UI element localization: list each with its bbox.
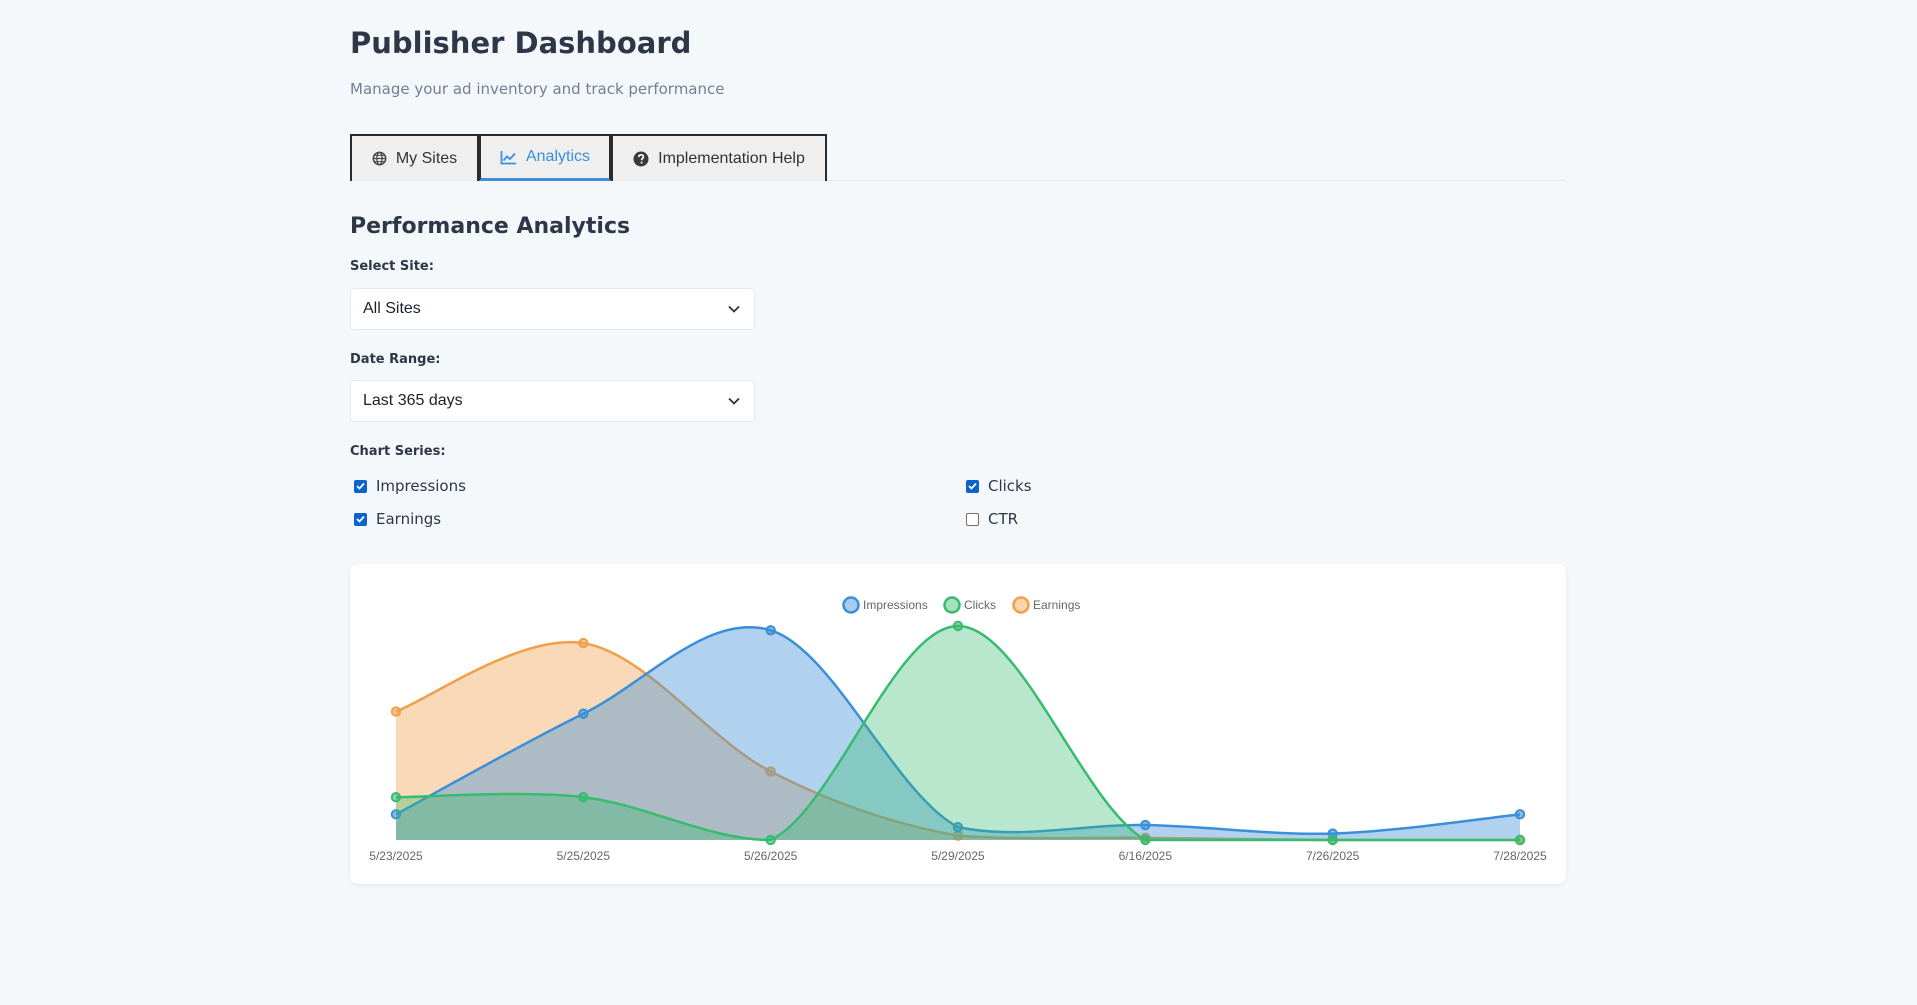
chevron-down-icon — [728, 392, 740, 410]
point-impressions[interactable] — [578, 708, 589, 719]
x-tick-label: 7/28/2025 — [1493, 849, 1547, 863]
checkbox-unchecked-icon[interactable] — [966, 512, 979, 526]
date-range-value: Last 365 days — [363, 392, 463, 409]
globe-icon — [372, 151, 387, 166]
checkbox-label: Earnings — [376, 510, 442, 528]
checkbox-checked-icon[interactable] — [966, 479, 979, 493]
x-tick-label: 6/16/2025 — [1119, 849, 1173, 863]
legend-label: Earnings — [1033, 598, 1080, 612]
point-earnings[interactable] — [390, 706, 402, 717]
tab-analytics[interactable]: Analytics — [479, 134, 611, 181]
legend-swatch — [943, 596, 961, 614]
tab-label: Analytics — [525, 148, 591, 165]
chart-series-label: Chart Series: — [350, 444, 446, 459]
point-earnings[interactable] — [578, 637, 589, 649]
date-range-label: Date Range: — [350, 352, 441, 367]
legend-label: Clicks — [964, 598, 996, 612]
page-subtitle: Manage your ad inventory and track perfo… — [350, 80, 725, 98]
legend-item-impressions[interactable]: Impressions — [842, 596, 928, 614]
tab-my-sites[interactable]: My Sites — [350, 134, 479, 181]
series-checkbox-earnings[interactable]: Earnings — [354, 510, 441, 528]
legend-item-earnings[interactable]: Earnings — [1012, 596, 1081, 614]
point-impressions[interactable] — [1514, 809, 1526, 820]
page-title: Publisher Dashboard — [350, 26, 692, 60]
question-circle-icon — [633, 151, 649, 167]
analytics-chart: 5/23/2025 5/25/2025 5/26/2025 5/29/2025 6/16… — [369, 596, 1547, 863]
series-checkbox-clicks[interactable]: Clicks — [966, 477, 1032, 495]
tab-bar: My Sites Analytics Implementation Help — [350, 134, 1566, 181]
site-select[interactable]: All Sites — [350, 288, 755, 330]
series-checkbox-impressions[interactable]: Impressions — [354, 477, 466, 495]
x-tick-label: 5/23/2025 — [369, 849, 423, 863]
point-clicks[interactable] — [390, 792, 402, 803]
date-range-select[interactable]: Last 365 days — [350, 380, 755, 422]
x-tick-label: 5/29/2025 — [931, 849, 985, 863]
tab-implementation-help[interactable]: Implementation Help — [611, 134, 827, 181]
tab-label: My Sites — [395, 149, 458, 167]
point-clicks[interactable] — [1514, 834, 1526, 846]
legend-swatch — [1012, 596, 1030, 614]
point-impressions[interactable] — [1140, 819, 1151, 831]
analytics-chart-card: 5/23/2025 5/25/2025 5/26/2025 5/29/2025 6/16… — [350, 564, 1566, 884]
point-clicks[interactable] — [765, 834, 776, 846]
x-tick-label: 7/26/2025 — [1306, 849, 1360, 863]
point-clicks[interactable] — [1140, 834, 1151, 846]
point-impressions[interactable] — [765, 625, 776, 636]
checkbox-label: CTR — [988, 510, 1019, 528]
point-clicks[interactable] — [1327, 834, 1338, 846]
chart-line-icon — [500, 150, 517, 165]
site-select-value: All Sites — [363, 300, 421, 317]
checkbox-checked-icon[interactable] — [354, 512, 367, 526]
chevron-down-icon — [728, 300, 740, 318]
legend-swatch — [842, 596, 860, 614]
site-select-label: Select Site: — [350, 259, 434, 274]
point-clicks[interactable] — [952, 620, 964, 632]
x-tick-label: 5/25/2025 — [557, 849, 611, 863]
checkbox-label: Impressions — [376, 477, 466, 495]
section-title: Performance Analytics — [350, 214, 631, 239]
legend-item-clicks[interactable]: Clicks — [943, 596, 997, 614]
series-checkbox-ctr[interactable]: CTR — [966, 510, 1018, 528]
checkbox-checked-icon[interactable] — [354, 479, 367, 493]
checkbox-label: Clicks — [988, 477, 1032, 495]
tab-label: Implementation Help — [658, 149, 805, 167]
x-tick-label: 5/26/2025 — [744, 849, 798, 863]
point-clicks[interactable] — [578, 792, 589, 803]
legend-label: Impressions — [863, 598, 928, 612]
